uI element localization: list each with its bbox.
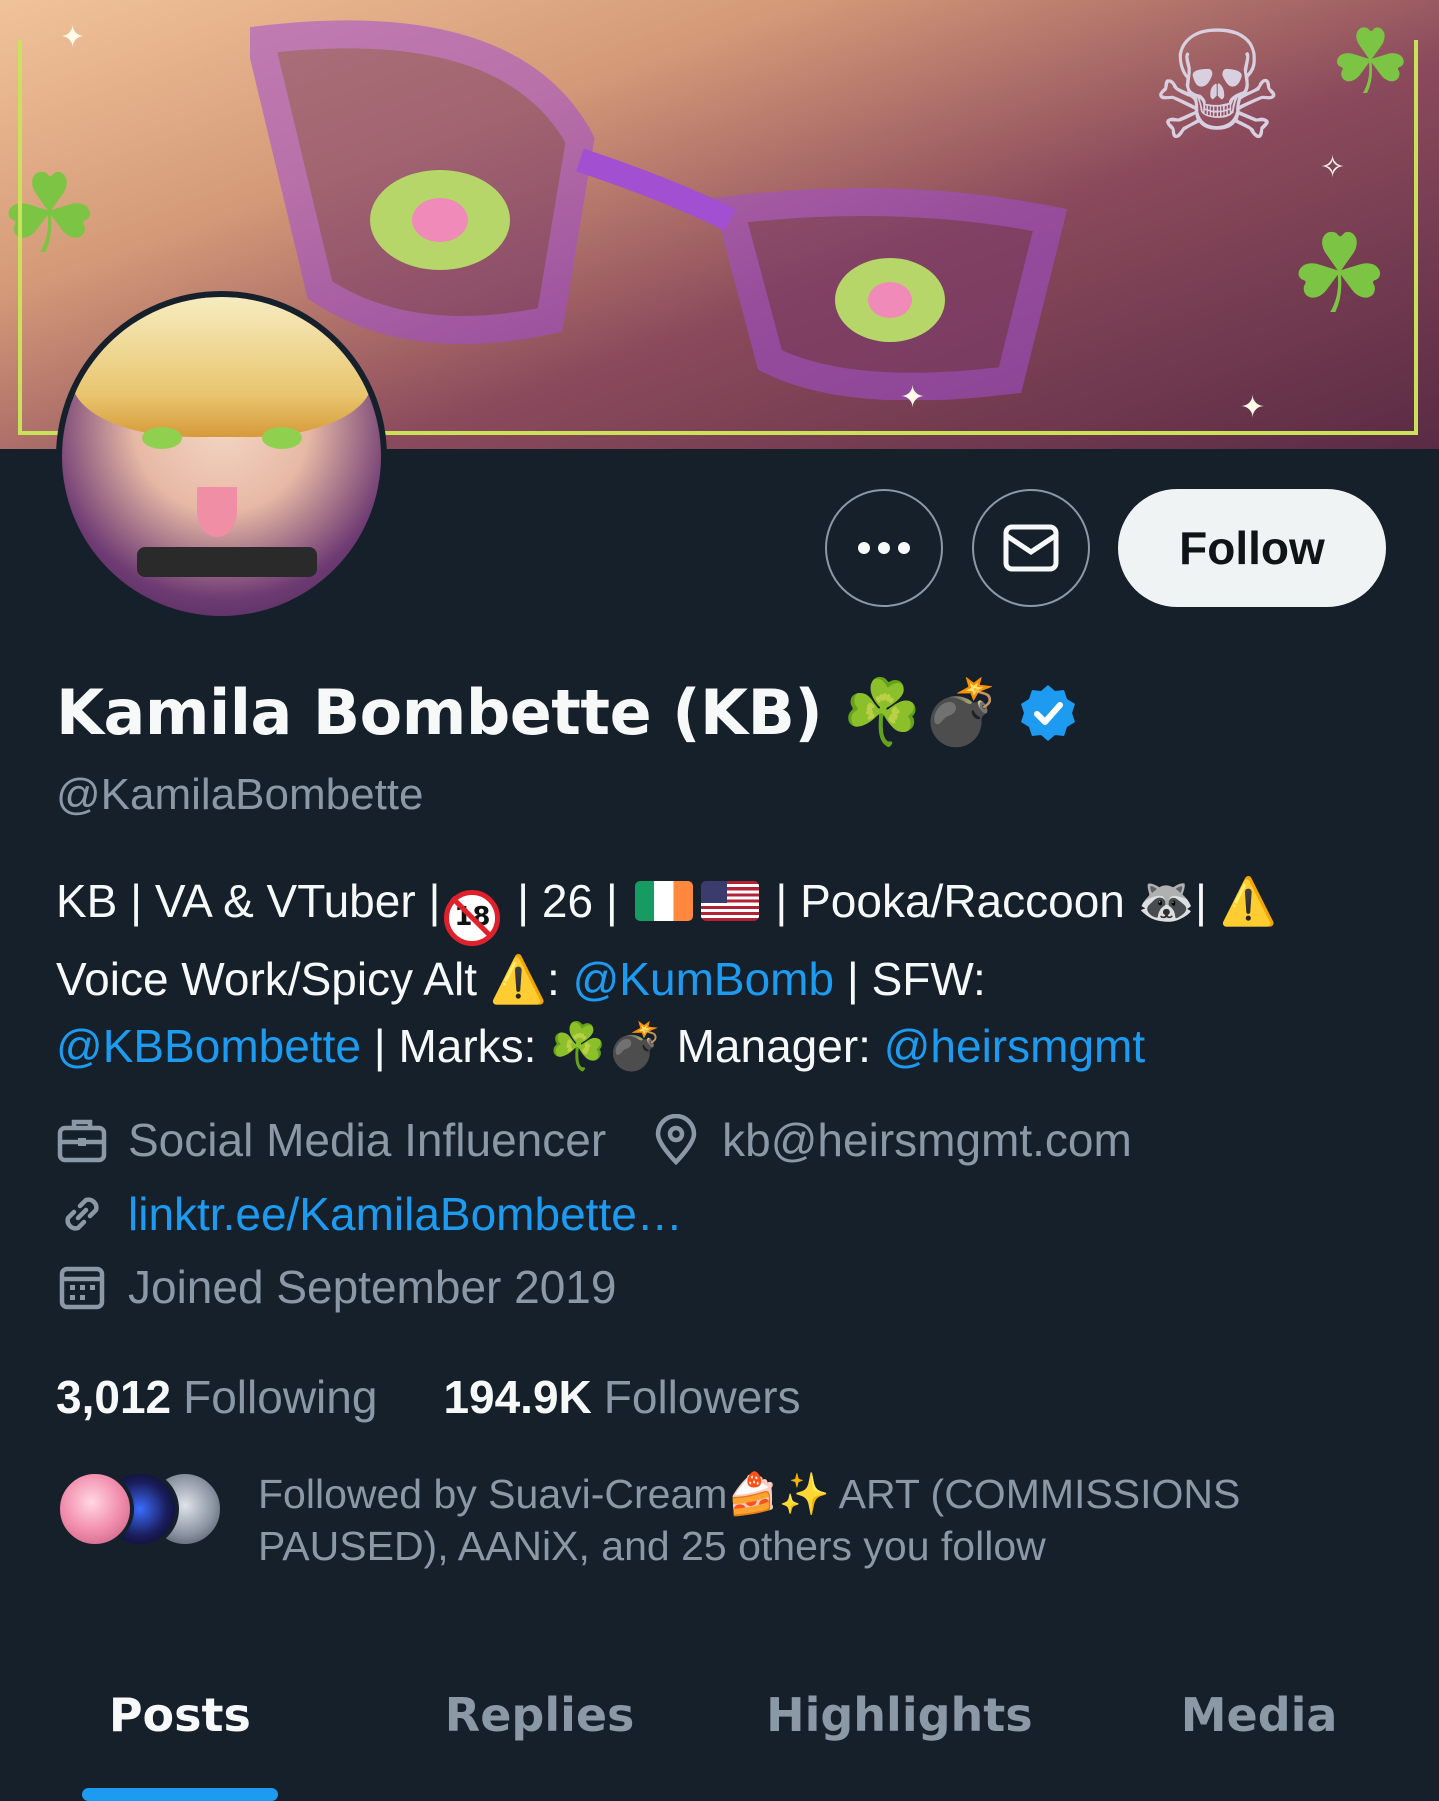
briefcase-icon: [57, 1119, 107, 1163]
follow-button[interactable]: Follow: [1118, 489, 1386, 607]
envelope-icon: [1003, 524, 1059, 572]
profile-bio: KB | VA & VTuber | 18 | 26 | | Pooka/Racc…: [56, 874, 1277, 1073]
name-emoji: ☘️💣: [842, 676, 1002, 750]
display-name: Kamila Bombette (KB): [56, 676, 823, 749]
clover-icon: ☘️: [549, 1018, 607, 1073]
raccoon-icon: 🦝: [1137, 874, 1195, 928]
followed-by-avatars[interactable]: [56, 1470, 224, 1548]
warning-icon: ⚠️: [489, 951, 548, 1006]
display-name-row: Kamila Bombette (KB) ☘️💣: [56, 675, 1078, 750]
tab-highlights[interactable]: Highlights: [720, 1670, 1080, 1801]
bomb-icon: 💣: [606, 1018, 664, 1073]
following-label: Following: [183, 1371, 378, 1423]
more-options-button[interactable]: [825, 489, 943, 607]
avatar-image: [62, 297, 381, 616]
profile-avatar[interactable]: [56, 291, 387, 622]
profile-category: Social Media Influencer: [128, 1114, 607, 1166]
verified-badge-icon[interactable]: [1018, 683, 1078, 743]
profile-location: kb@heirsmgmt.com: [722, 1114, 1132, 1166]
warning-icon: ⚠️: [1219, 874, 1277, 928]
ireland-flag-icon: [634, 881, 693, 921]
tab-media[interactable]: Media: [1079, 1670, 1439, 1801]
active-tab-indicator: [81, 1788, 278, 1801]
mention-link[interactable]: @heirsmgmt: [884, 1020, 1145, 1072]
mention-link[interactable]: @KumBomb: [573, 953, 834, 1005]
followers-label: Followers: [603, 1371, 801, 1423]
no-under-18-icon: 18: [444, 889, 501, 946]
message-button[interactable]: [972, 489, 1090, 607]
calendar-icon: [59, 1266, 105, 1310]
profile-website-link[interactable]: linktr.ee/KamilaBombette…: [128, 1187, 683, 1241]
profile-joined-row: Joined September 2019: [56, 1260, 616, 1314]
user-handle: @KamilaBombette: [56, 770, 424, 819]
profile-tabs: Posts Replies Highlights Media: [0, 1670, 1439, 1801]
follow-stats: 3,012 Following 194.9K Followers: [56, 1370, 867, 1424]
followed-by-text[interactable]: Followed by Suavi-Cream🍰✨ ART (COMMISSIO…: [258, 1468, 1388, 1572]
mention-link[interactable]: @KBBombette: [56, 1020, 361, 1072]
tab-posts[interactable]: Posts: [0, 1670, 360, 1801]
link-icon: [65, 1197, 99, 1231]
usa-flag-icon: [700, 881, 759, 921]
followers-count: 194.9K: [443, 1371, 592, 1423]
profile-website-row: linktr.ee/KamilaBombette…: [56, 1187, 683, 1241]
following-count: 3,012: [56, 1371, 172, 1423]
followers-link[interactable]: 194.9K Followers: [443, 1370, 800, 1424]
location-pin-icon: [655, 1114, 697, 1166]
tab-replies[interactable]: Replies: [360, 1670, 720, 1801]
avatar: [56, 1470, 134, 1548]
following-link[interactable]: 3,012 Following: [56, 1370, 377, 1424]
profile-joined-date: Joined September 2019: [128, 1261, 617, 1313]
profile-meta-row: Social Media Influencer kb@heirsmgmt.com: [56, 1113, 1132, 1167]
more-horizontal-icon: [858, 542, 910, 554]
